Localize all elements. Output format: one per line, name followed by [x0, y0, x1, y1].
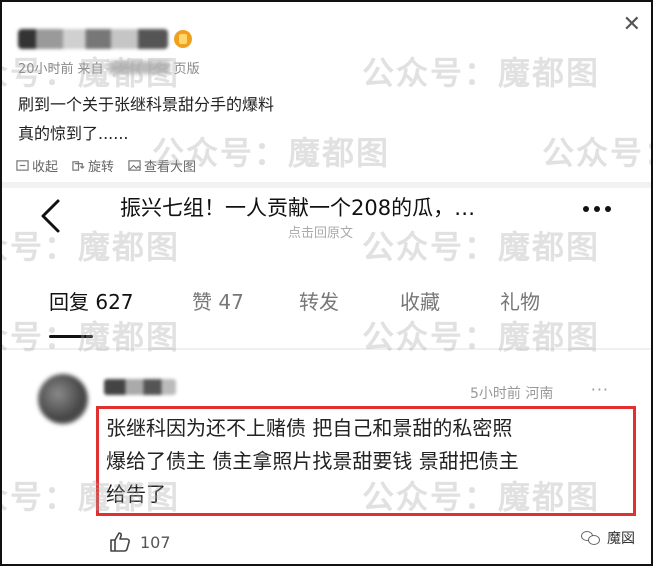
collect-label: 收起 — [32, 160, 59, 175]
blurred-username — [18, 29, 168, 49]
post-body: 刷到一个关于张继科景甜分手的爆料 真的惊到了...... — [18, 90, 274, 148]
tab-label: 回复 — [49, 290, 89, 314]
repost-label: 旋转 — [88, 160, 115, 175]
wechat-icon — [581, 530, 601, 546]
more-icon[interactable] — [583, 206, 611, 212]
post-meta: 20小时前 来自 页版 — [18, 58, 200, 77]
inner-header: 振兴七组！一人贡献一个208的瓜，… 点击回原文 — [2, 188, 651, 248]
tab-gifts[interactable]: 礼物 — [500, 286, 540, 315]
tab-count: 627 — [95, 290, 134, 314]
footer-logo: 魔図 — [581, 528, 635, 548]
tab-bar: 回复 627 赞 47 转发 收藏 礼物 — [2, 286, 651, 338]
comment-line: 给告了 — [106, 482, 166, 506]
tab-label: 礼物 — [500, 290, 540, 314]
comment-text: 张继科因为还不上赌债 把自己和景甜的私密照 爆给了债主 债主拿照片找景甜要钱 景… — [106, 412, 626, 511]
blurred-client — [107, 61, 170, 74]
post-text-line: 真的惊到了...... — [18, 124, 129, 143]
repost-icon — [72, 161, 85, 171]
tab-label: 转发 — [299, 290, 339, 314]
post-author[interactable] — [18, 26, 192, 52]
collect-icon — [16, 160, 29, 171]
watermark: 公众号：魔都图 — [362, 54, 601, 92]
tab-likes[interactable]: 赞 47 — [192, 286, 244, 315]
comment-line: 爆给了债主 债主拿照片找景甜要钱 景甜把债主 — [106, 449, 519, 473]
tab-favorites[interactable]: 收藏 — [400, 286, 440, 315]
screenshot-frame: ✕ 20小时前 来自 页版 刷到一个关于张继科景甜分手的爆料 真的惊到了....… — [0, 0, 653, 566]
tab-label: 赞 — [192, 290, 212, 314]
post-client-suffix: 页版 — [173, 62, 200, 77]
post-actions: 收起 旋转 查看大图 — [16, 156, 196, 175]
view-large-label: 查看大图 — [144, 160, 197, 175]
comment-meta: 5小时前 河南 — [470, 386, 554, 402]
tab-replies[interactable]: 回复 627 — [49, 286, 134, 315]
divider — [2, 348, 651, 350]
post-text-line: 刷到一个关于张继科景甜分手的爆料 — [18, 95, 275, 114]
back-to-original-link[interactable]: 点击回原文 — [288, 222, 353, 241]
footer-label: 魔図 — [607, 531, 635, 547]
post-from: 来自 — [77, 62, 104, 77]
watermark: 公众号：魔都图 — [542, 134, 651, 172]
back-arrow-icon[interactable] — [38, 198, 62, 234]
image-icon — [128, 160, 141, 171]
inner-title[interactable]: 振兴七组！一人贡献一个208的瓜，… — [120, 192, 475, 222]
tab-count: 47 — [218, 290, 244, 314]
collect-button[interactable]: 收起 — [16, 156, 58, 175]
user-badge-icon — [174, 30, 192, 48]
blurred-commenter-name[interactable] — [104, 379, 176, 395]
avatar[interactable] — [38, 374, 88, 424]
post-time: 20小时前 — [18, 62, 74, 77]
like-icon — [110, 532, 130, 552]
repost-button[interactable]: 旋转 — [72, 156, 114, 175]
tab-reposts[interactable]: 转发 — [299, 286, 339, 315]
view-large-button[interactable]: 查看大图 — [128, 156, 196, 175]
like-button[interactable]: 107 — [108, 530, 171, 554]
tab-label: 收藏 — [400, 290, 440, 314]
close-icon[interactable]: ✕ — [623, 14, 641, 36]
comment-more-icon[interactable]: ··· — [591, 380, 609, 399]
comment-line: 张继科因为还不上赌债 把自己和景甜的私密照 — [106, 416, 513, 440]
active-tab-indicator — [49, 335, 93, 338]
like-count: 107 — [140, 532, 171, 552]
